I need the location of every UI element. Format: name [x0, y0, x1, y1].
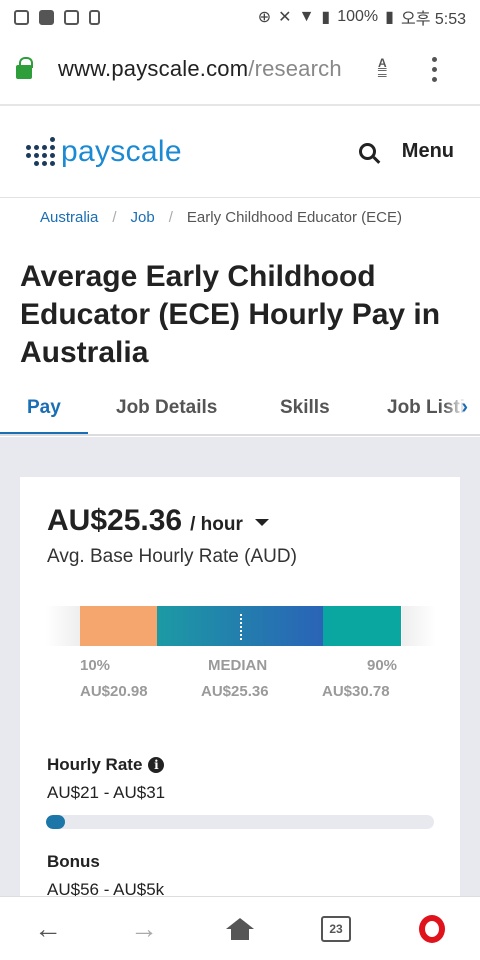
url-host: www.payscale.com	[58, 56, 249, 81]
forward-button[interactable]: →	[114, 904, 174, 954]
chevron-right-icon[interactable]: ›	[461, 396, 468, 419]
wifi-icon: ▼	[298, 8, 315, 25]
bonus-title: Bonus	[47, 852, 100, 872]
hourly-rate-range: AU$21 - AU$31	[47, 783, 166, 802]
opera-menu-button[interactable]	[402, 904, 462, 954]
active-tab-indicator	[0, 432, 88, 434]
site-logo[interactable]: payscale	[61, 135, 182, 169]
battery-percent: 100%	[337, 8, 379, 25]
median-marker	[240, 614, 242, 640]
status-bar: ⊕ ✕ ▼ ▮ 100% ▮ 오후 5:53	[0, 0, 480, 34]
url-field[interactable]: www.payscale.com/research	[58, 56, 366, 82]
address-bar[interactable]: www.payscale.com/research A ═ ═	[0, 34, 480, 106]
bonus-label: Bonus	[47, 852, 100, 871]
range-fade-right	[402, 606, 436, 646]
data-saver-icon: ⊕	[257, 9, 272, 26]
median-value: AU$25.36	[201, 683, 269, 700]
breadcrumb-separator: /	[112, 209, 117, 226]
avg-rate-value: AU$25.36	[47, 504, 183, 537]
tabs-button[interactable]: 23	[306, 904, 366, 954]
reader-mode-icon[interactable]: A ═ ═	[378, 57, 402, 81]
back-arrow-icon: ←	[34, 912, 62, 944]
search-icon[interactable]	[358, 143, 376, 160]
breadcrumb: Australia / Job / Early Childhood Educat…	[40, 209, 402, 226]
rate-unit-selector[interactable]: / hour	[190, 514, 243, 536]
tab-job-details[interactable]: Job Details	[116, 397, 217, 419]
rate-line[interactable]: AU$25.36 / hour	[47, 504, 269, 538]
rate-subtitle: Avg. Base Hourly Rate (AUD)	[47, 546, 297, 567]
add-notification-icon	[89, 9, 100, 25]
p90-label: 90%	[367, 657, 398, 674]
gallery-notification-icon	[39, 9, 54, 25]
menu-button[interactable]: Menu	[402, 140, 454, 163]
app-notification-icon	[14, 9, 29, 25]
breadcrumb-current: Early Childhood Educator (ECE)	[186, 209, 402, 226]
hourly-rate-bar-fill	[46, 815, 66, 829]
p10-label: 10%	[80, 657, 111, 674]
browser-bottom-nav: ← → 23	[0, 896, 480, 960]
site-header: payscale Menu	[0, 106, 480, 198]
signal-icon: ▮	[321, 9, 331, 26]
median-label: MEDIAN	[208, 657, 268, 674]
bonus-range: AU$56 - AU$5k	[47, 880, 165, 897]
pay-card: AU$25.36 / hour Avg. Base Hourly Rate (A…	[20, 477, 460, 897]
breadcrumb-separator: /	[168, 209, 173, 226]
range-segment-p10	[80, 606, 157, 646]
caret-down-icon[interactable]	[254, 519, 269, 526]
range-fade-left	[46, 606, 80, 646]
pay-range-bar	[46, 606, 436, 646]
tab-skills[interactable]: Skills	[280, 397, 330, 419]
tabs-count: 23	[321, 915, 351, 942]
opera-logo-icon	[419, 914, 445, 943]
home-button[interactable]	[210, 904, 270, 954]
hourly-rate-label: Hourly Rate	[47, 755, 143, 774]
hourly-rate-title: Hourly Rate i	[47, 755, 165, 775]
page-title: Average Early Childhood Educator (ECE) H…	[20, 260, 441, 369]
mute-icon: ✕	[278, 9, 292, 26]
activity-notification-icon	[64, 9, 79, 25]
battery-icon: ▮	[385, 9, 394, 26]
hourly-rate-bar	[46, 815, 434, 829]
home-icon	[226, 917, 254, 940]
url-path: /research	[248, 56, 342, 81]
logo-mark-icon	[26, 137, 55, 166]
range-segment-p90	[323, 606, 401, 646]
breadcrumb-job[interactable]: Job	[131, 209, 155, 226]
forward-arrow-icon: →	[130, 912, 158, 944]
tab-pay[interactable]: Pay	[27, 397, 61, 419]
p90-value: AU$30.78	[322, 683, 390, 700]
tab-bar: Pay Job Details Skills Job Listings ›	[0, 384, 480, 436]
clock: 오후 5:53	[400, 11, 466, 28]
info-icon[interactable]: i	[148, 757, 165, 773]
browser-menu-icon[interactable]	[432, 56, 437, 82]
breadcrumb-australia[interactable]: Australia	[40, 209, 98, 226]
lock-icon	[16, 57, 33, 79]
p10-value: AU$20.98	[80, 683, 148, 700]
back-button[interactable]: ←	[18, 904, 78, 954]
